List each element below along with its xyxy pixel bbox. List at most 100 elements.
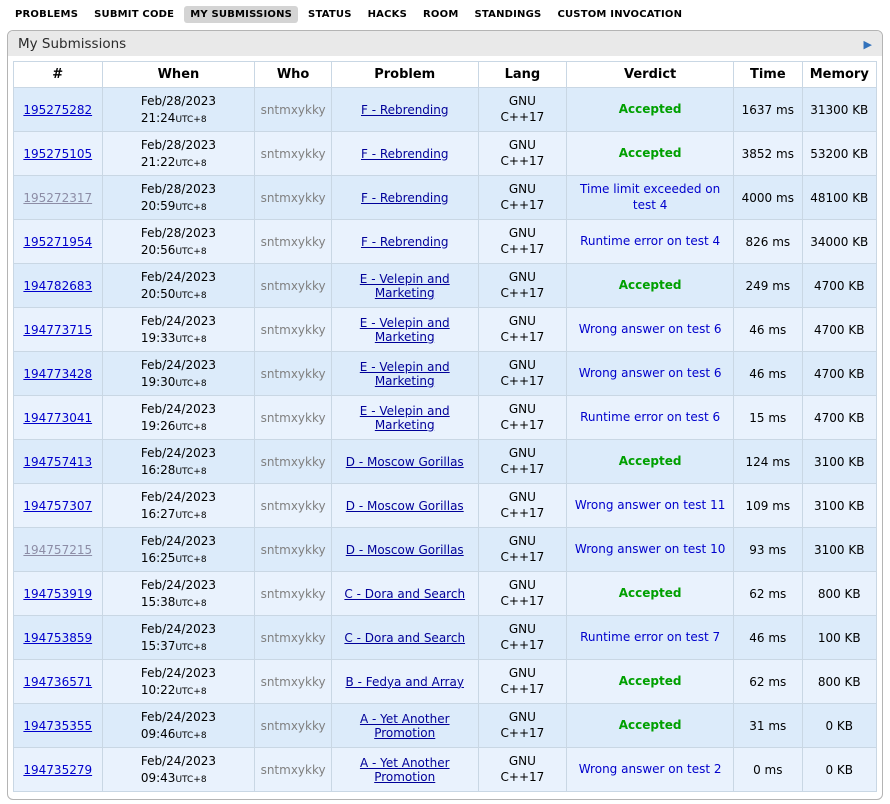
table-row: 194735279 Feb/24/2023 09:43UTC+8 sntmxyk… [14, 748, 877, 792]
problem-link[interactable]: A - Yet Another Promotion [360, 756, 450, 784]
who-link[interactable]: sntmxykky [261, 499, 326, 513]
who-cell: sntmxykky [255, 704, 331, 748]
when-cell: Feb/24/2023 16:28UTC+8 [102, 440, 255, 484]
submission-id-link[interactable]: 195272317 [23, 191, 92, 205]
verdict-label: Wrong answer on test 10 [575, 542, 725, 558]
problem-link[interactable]: E - Velepin and Marketing [360, 404, 450, 432]
submission-id-link[interactable]: 194753919 [23, 587, 92, 601]
time-consumed: 1637 ms [742, 103, 794, 117]
who-cell: sntmxykky [255, 572, 331, 616]
who-link[interactable]: sntmxykky [261, 763, 326, 777]
lang-cell: GNU C++17 [478, 660, 567, 704]
nav-item-custom-invocation[interactable]: CUSTOM INVOCATION [551, 6, 688, 23]
submission-id-link[interactable]: 194782683 [23, 279, 92, 293]
problem-cell: A - Yet Another Promotion [331, 748, 478, 792]
nav-item-room[interactable]: ROOM [417, 6, 464, 23]
problem-cell: C - Dora and Search [331, 572, 478, 616]
who-link[interactable]: sntmxykky [261, 411, 326, 425]
when-cell: Feb/28/2023 21:22UTC+8 [102, 132, 255, 176]
submission-id-link[interactable]: 194757413 [23, 455, 92, 469]
submission-id-link[interactable]: 194773428 [23, 367, 92, 381]
time-cell: 62 ms [734, 660, 802, 704]
problem-link[interactable]: A - Yet Another Promotion [360, 712, 450, 740]
submission-id-link[interactable]: 194757307 [23, 499, 92, 513]
who-link[interactable]: sntmxykky [261, 279, 326, 293]
submission-datetime: Feb/24/2023 16:27UTC+8 [141, 489, 216, 521]
when-cell: Feb/24/2023 16:27UTC+8 [102, 484, 255, 528]
col-header-number: # [14, 62, 103, 88]
verdict-cell: Wrong answer on test 2 [567, 748, 734, 792]
table-row: 194735355 Feb/24/2023 09:46UTC+8 sntmxyk… [14, 704, 877, 748]
verdict-label: Accepted [619, 454, 682, 470]
when-cell: Feb/24/2023 19:33UTC+8 [102, 308, 255, 352]
nav-item-my-submissions[interactable]: MY SUBMISSIONS [184, 6, 298, 23]
who-link[interactable]: sntmxykky [261, 587, 326, 601]
memory-cell: 4700 KB [802, 352, 877, 396]
submission-id-link[interactable]: 194736571 [23, 675, 92, 689]
lang-label: GNU C++17 [499, 622, 545, 653]
submission-id-link[interactable]: 194773041 [23, 411, 92, 425]
problem-link[interactable]: F - Rebrending [361, 103, 449, 117]
submission-datetime: Feb/24/2023 15:38UTC+8 [141, 577, 216, 609]
problem-link[interactable]: F - Rebrending [361, 191, 449, 205]
problem-link[interactable]: E - Velepin and Marketing [360, 316, 450, 344]
lang-label: GNU C++17 [499, 182, 545, 213]
table-row: 195272317 Feb/28/2023 20:59UTC+8 sntmxyk… [14, 176, 877, 220]
submission-id-link[interactable]: 194735355 [23, 719, 92, 733]
lang-cell: GNU C++17 [478, 528, 567, 572]
submission-id-link[interactable]: 194753859 [23, 631, 92, 645]
nav-item-hacks[interactable]: HACKS [362, 6, 413, 23]
submission-id-link[interactable]: 194735279 [23, 763, 92, 777]
memory-consumed: 31300 KB [810, 103, 868, 117]
who-link[interactable]: sntmxykky [261, 543, 326, 557]
expand-arrow-icon[interactable]: ▶ [864, 39, 872, 50]
memory-cell: 3100 KB [802, 484, 877, 528]
who-link[interactable]: sntmxykky [261, 675, 326, 689]
nav-item-standings[interactable]: STANDINGS [468, 6, 547, 23]
verdict-label: Accepted [619, 674, 682, 690]
submission-id-link[interactable]: 194757215 [23, 543, 92, 557]
verdict-cell: Runtime error on test 6 [567, 396, 734, 440]
nav-item-submit-code[interactable]: SUBMIT CODE [88, 6, 180, 23]
who-link[interactable]: sntmxykky [261, 719, 326, 733]
submission-id-cell: 194753919 [14, 572, 103, 616]
problem-link[interactable]: C - Dora and Search [344, 587, 465, 601]
who-link[interactable]: sntmxykky [261, 147, 326, 161]
verdict-cell: Time limit exceeded on test 4 [567, 176, 734, 220]
problem-link[interactable]: F - Rebrending [361, 235, 449, 249]
when-cell: Feb/24/2023 09:46UTC+8 [102, 704, 255, 748]
verdict-label: Wrong answer on test 6 [579, 366, 722, 382]
col-header-who: Who [255, 62, 331, 88]
who-link[interactable]: sntmxykky [261, 191, 326, 205]
when-cell: Feb/24/2023 15:38UTC+8 [102, 572, 255, 616]
who-link[interactable]: sntmxykky [261, 103, 326, 117]
who-link[interactable]: sntmxykky [261, 455, 326, 469]
problem-link[interactable]: D - Moscow Gorillas [346, 543, 464, 557]
submission-id-cell: 194773428 [14, 352, 103, 396]
nav-item-problems[interactable]: PROBLEMS [9, 6, 84, 23]
who-link[interactable]: sntmxykky [261, 323, 326, 337]
nav-item-status[interactable]: STATUS [302, 6, 358, 23]
problem-link[interactable]: F - Rebrending [361, 147, 449, 161]
problem-link[interactable]: D - Moscow Gorillas [346, 499, 464, 513]
submission-id-link[interactable]: 194773715 [23, 323, 92, 337]
who-link[interactable]: sntmxykky [261, 367, 326, 381]
problem-link[interactable]: E - Velepin and Marketing [360, 272, 450, 300]
submission-id-link[interactable]: 195275105 [23, 147, 92, 161]
submission-id-cell: 195275282 [14, 88, 103, 132]
submission-datetime: Feb/28/2023 21:24UTC+8 [141, 93, 216, 125]
time-consumed: 46 ms [749, 323, 786, 337]
time-cell: 3852 ms [734, 132, 802, 176]
problem-link[interactable]: C - Dora and Search [344, 631, 465, 645]
problem-link[interactable]: B - Fedya and Array [346, 675, 464, 689]
table-row: 194782683 Feb/24/2023 20:50UTC+8 sntmxyk… [14, 264, 877, 308]
problem-link[interactable]: D - Moscow Gorillas [346, 455, 464, 469]
submission-id-link[interactable]: 195271954 [23, 235, 92, 249]
problem-link[interactable]: E - Velepin and Marketing [360, 360, 450, 388]
memory-cell: 3100 KB [802, 528, 877, 572]
table-row: 195275282 Feb/28/2023 21:24UTC+8 sntmxyk… [14, 88, 877, 132]
who-link[interactable]: sntmxykky [261, 631, 326, 645]
problem-cell: F - Rebrending [331, 88, 478, 132]
submission-id-link[interactable]: 195275282 [23, 103, 92, 117]
who-link[interactable]: sntmxykky [261, 235, 326, 249]
